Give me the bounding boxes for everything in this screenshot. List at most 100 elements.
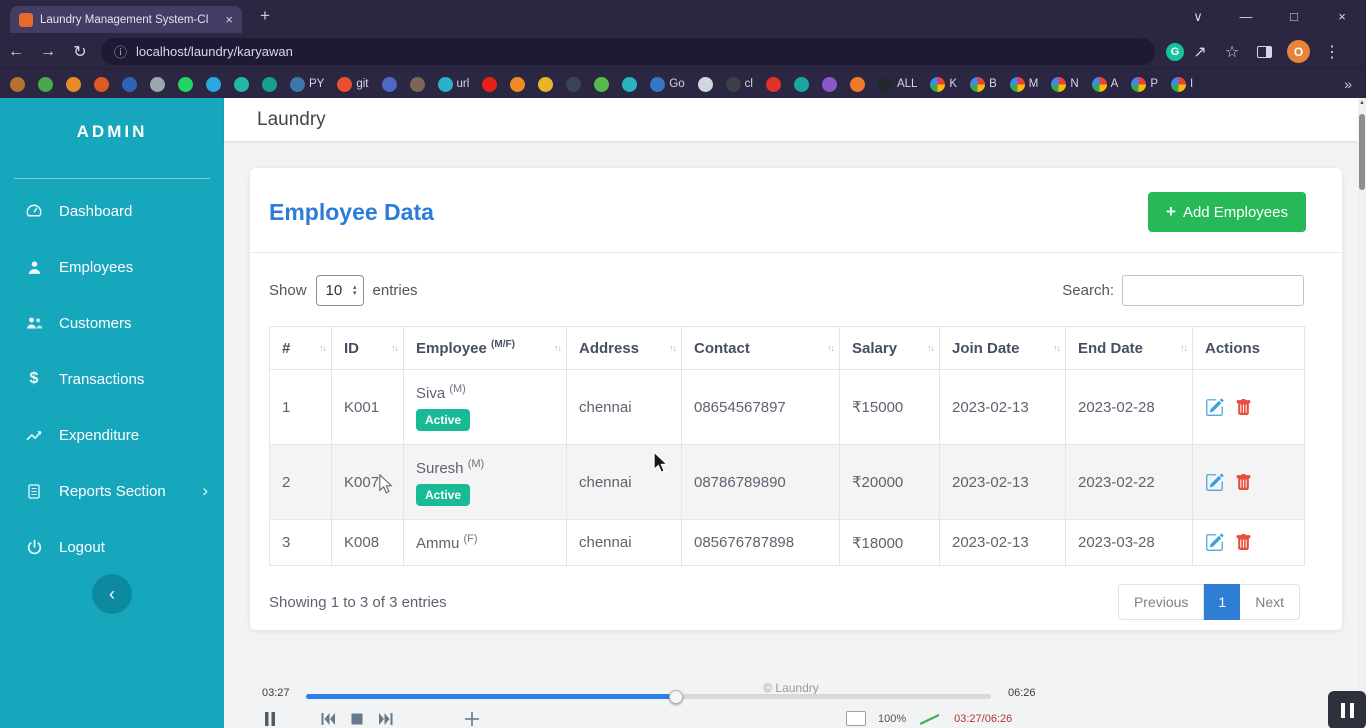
bookmark-item[interactable]: P: [1131, 77, 1158, 92]
player-right-controls: 100% 03:27/06:26: [846, 711, 1012, 726]
bookmark-item[interactable]: [94, 77, 109, 92]
edit-employee-button[interactable]: [1205, 398, 1224, 417]
browser-tab[interactable]: Laundry Management System-CI ×: [10, 6, 242, 33]
bookmark-item[interactable]: [794, 77, 809, 92]
bookmark-item[interactable]: M: [1010, 77, 1039, 92]
window-maximize-button[interactable]: □: [1270, 9, 1318, 24]
bookmark-item[interactable]: url: [438, 77, 470, 92]
bookmark-item[interactable]: [382, 77, 397, 92]
pagination-page-1[interactable]: 1: [1204, 584, 1240, 620]
header-address[interactable]: Address↑↓: [567, 327, 682, 370]
delete-employee-button[interactable]: [1235, 398, 1252, 417]
window-minimize-button[interactable]: —: [1222, 9, 1270, 24]
back-button[interactable]: ←: [0, 43, 32, 61]
sidebar-item-employees[interactable]: Employees: [0, 239, 224, 295]
bookmark-item[interactable]: [10, 77, 25, 92]
bookmark-star-icon[interactable]: ☆: [1216, 42, 1248, 62]
address-bar[interactable]: ⓘ localhost/laundry/karyawan: [101, 38, 1155, 65]
sidebar-item-reports[interactable]: Reports Section ›: [0, 463, 224, 519]
recorder-pause-button[interactable]: [1328, 691, 1366, 728]
window-close-button[interactable]: ×: [1318, 9, 1366, 24]
move-crosshair-icon[interactable]: [464, 711, 480, 727]
scrollbar-up-icon[interactable]: ▲: [1358, 100, 1366, 106]
tab-close-icon[interactable]: ×: [225, 12, 233, 27]
bookmark-item[interactable]: git: [337, 77, 368, 92]
side-panel-icon[interactable]: [1257, 46, 1272, 58]
bookmark-item[interactable]: [766, 77, 781, 92]
bookmark-item[interactable]: [850, 77, 865, 92]
skip-end-icon[interactable]: [378, 711, 394, 727]
bookmark-item[interactable]: Go: [650, 77, 684, 92]
pagination-next[interactable]: Next: [1240, 584, 1300, 620]
grammarly-extension-icon[interactable]: G: [1166, 43, 1184, 61]
reload-button[interactable]: ↻: [64, 42, 96, 62]
edit-employee-button[interactable]: [1205, 473, 1224, 492]
pen-icon[interactable]: [918, 712, 942, 726]
bookmark-item[interactable]: [482, 77, 497, 92]
bookmark-item[interactable]: PY: [290, 77, 324, 92]
zoom-select[interactable]: [846, 711, 866, 726]
scrollbar-thumb[interactable]: [1359, 114, 1365, 190]
sidebar-item-expenditure[interactable]: Expenditure: [0, 407, 224, 463]
share-icon[interactable]: ↗: [1184, 42, 1216, 62]
bookmark-item[interactable]: I: [1171, 77, 1193, 92]
bookmark-item[interactable]: [538, 77, 553, 92]
delete-employee-button[interactable]: [1235, 533, 1252, 552]
pagination-previous[interactable]: Previous: [1118, 584, 1204, 620]
header-salary[interactable]: Salary↑↓: [840, 327, 940, 370]
page-scrollbar[interactable]: ▲: [1358, 98, 1366, 728]
bookmark-item[interactable]: ALL: [878, 77, 917, 92]
header-contact[interactable]: Contact↑↓: [682, 327, 840, 370]
new-tab-button[interactable]: +: [260, 6, 270, 26]
sidebar-item-transactions[interactable]: $ Transactions: [0, 351, 224, 407]
bookmark-item[interactable]: [410, 77, 425, 92]
stop-icon[interactable]: [350, 711, 364, 727]
bookmark-item[interactable]: [66, 77, 81, 92]
delete-employee-button[interactable]: [1235, 473, 1252, 492]
bookmark-item[interactable]: [594, 77, 609, 92]
bookmark-item[interactable]: [262, 77, 277, 92]
bookmark-item[interactable]: [566, 77, 581, 92]
table-controls: Show 10 ▴▾ entries Search:: [250, 253, 1342, 306]
sidebar-item-dashboard[interactable]: Dashboard: [0, 183, 224, 239]
site-info-icon[interactable]: ⓘ: [114, 42, 127, 61]
bookmark-item[interactable]: [234, 77, 249, 92]
header-employee[interactable]: Employee (M/F)↑↓: [404, 327, 567, 370]
header-num[interactable]: #↑↓: [270, 327, 332, 370]
pause-icon[interactable]: [262, 711, 278, 727]
search-input[interactable]: [1122, 275, 1304, 306]
sidebar-collapse-button[interactable]: ‹: [92, 574, 132, 614]
player-progress-knob[interactable]: [669, 690, 683, 704]
bookmark-item[interactable]: [698, 77, 713, 92]
player-progress-track[interactable]: [306, 694, 991, 699]
sidebar-item-logout[interactable]: Logout: [0, 519, 224, 575]
skip-start-icon[interactable]: [320, 711, 336, 727]
page-length-select[interactable]: 10 ▴▾: [316, 275, 364, 306]
bookmark-item[interactable]: [622, 77, 637, 92]
forward-button[interactable]: →: [32, 43, 64, 61]
header-join-date[interactable]: Join Date↑↓: [940, 327, 1066, 370]
bookmark-item[interactable]: A: [1092, 77, 1119, 92]
sidebar-item-customers[interactable]: Customers: [0, 295, 224, 351]
header-end-date[interactable]: End Date↑↓: [1066, 327, 1193, 370]
bookmark-item[interactable]: N: [1051, 77, 1078, 92]
bookmark-item[interactable]: B: [970, 77, 997, 92]
bookmark-item[interactable]: [150, 77, 165, 92]
bookmark-item[interactable]: K: [930, 77, 957, 92]
bookmark-item[interactable]: cl: [726, 77, 753, 92]
edit-employee-button[interactable]: [1205, 533, 1224, 552]
bookmark-item[interactable]: [38, 77, 53, 92]
table-row: 3 K008 Ammu (F) chennai 085676787898 ₹18…: [270, 520, 1305, 566]
bookmark-item[interactable]: [206, 77, 221, 92]
bookmark-item[interactable]: [178, 77, 193, 92]
bookmark-item[interactable]: [122, 77, 137, 92]
bookmarks-overflow-icon[interactable]: »: [1336, 76, 1356, 92]
add-employees-button[interactable]: + Add Employees: [1148, 192, 1306, 232]
profile-avatar[interactable]: O: [1287, 40, 1310, 63]
bookmark-item[interactable]: [510, 77, 525, 92]
header-id[interactable]: ID↑↓: [332, 327, 404, 370]
navbar-brand[interactable]: Laundry: [257, 109, 326, 131]
tab-list-icon[interactable]: ∨: [1174, 9, 1222, 25]
bookmark-item[interactable]: [822, 77, 837, 92]
menu-kebab-icon[interactable]: ⋮: [1316, 42, 1348, 62]
